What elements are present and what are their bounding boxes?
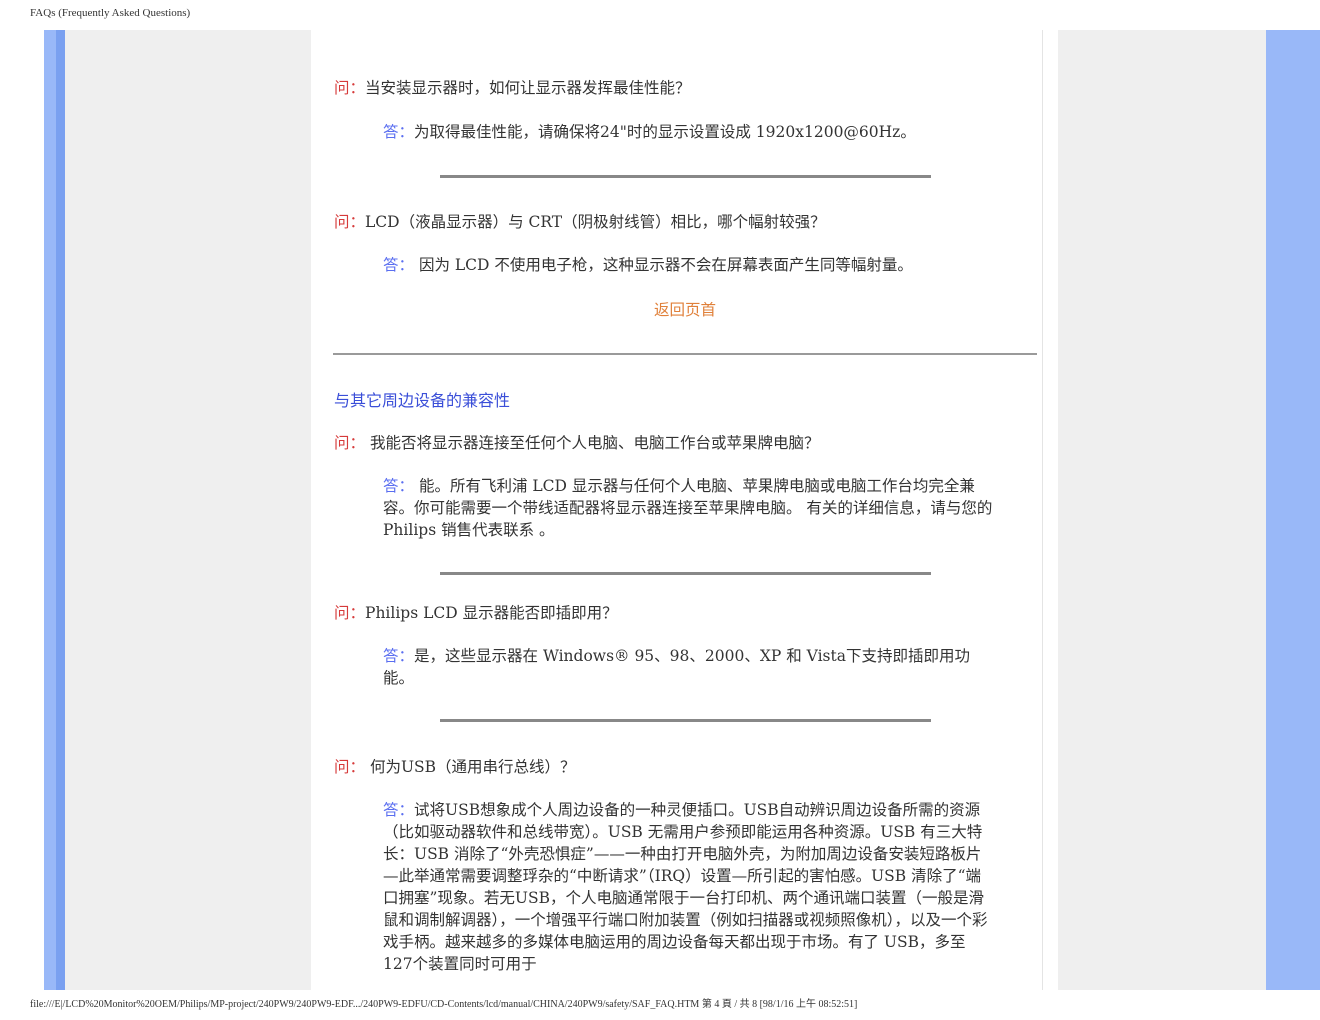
- faq-question: 问：LCD（液晶显示器）与 CRT（阴极射线管）相比，哪个幅射较强？: [334, 210, 826, 232]
- question-label: 问：: [334, 604, 366, 622]
- faq-answer: 答： 因为 LCD 不使用电子枪，这种显示器不会在屏幕表面产生同等幅射量。: [383, 254, 993, 276]
- section-divider: [333, 353, 1037, 355]
- divider: [440, 175, 931, 178]
- answer-text: 能。所有飞利浦 LCD 显示器与任何个人电脑、苹果牌电脑或电脑工作台均完全兼容。…: [383, 477, 993, 539]
- back-to-top-link[interactable]: 返回页首: [311, 298, 1059, 320]
- faq-question: 问： 我能否将显示器连接至任何个人电脑、电脑工作台或苹果牌电脑？: [334, 431, 819, 453]
- answer-label: 答：: [383, 256, 415, 274]
- answer-text: 试将USB想象成个人周边设备的一种灵便插口。USB自动辨识周边设备所需的资源（比…: [383, 801, 988, 973]
- question-label: 问：: [334, 213, 366, 231]
- answer-text: 为取得最佳性能，请确保将24"时的显示设置设成 1920x1200@60Hz。: [414, 123, 916, 141]
- right-gray-panel: [1058, 30, 1266, 990]
- faq-question: 问：当安装显示器时，如何让显示器发挥最佳性能？: [334, 76, 691, 98]
- faq-content: 问：当安装显示器时，如何让显示器发挥最佳性能？ 答：为取得最佳性能，请确保将24…: [311, 30, 1043, 990]
- left-blue-stripe: [56, 30, 65, 990]
- faq-answer: 答： 能。所有飞利浦 LCD 显示器与任何个人电脑、苹果牌电脑或电脑工作台均完全…: [383, 475, 993, 541]
- question-label: 问：: [334, 434, 366, 452]
- right-blue-column: [1266, 30, 1320, 990]
- section-title: 与其它周边设备的兼容性: [334, 391, 511, 410]
- answer-label: 答：: [383, 123, 415, 141]
- answer-text: 因为 LCD 不使用电子枪，这种显示器不会在屏幕表面产生同等幅射量。: [414, 256, 913, 274]
- left-gray-panel: [65, 30, 311, 990]
- question-label: 问：: [334, 758, 366, 776]
- faq-answer: 答：为取得最佳性能，请确保将24"时的显示设置设成 1920x1200@60Hz…: [383, 121, 993, 143]
- divider: [440, 719, 931, 722]
- faq-question: 问：Philips LCD 显示器能否即插即用？: [334, 601, 618, 623]
- answer-label: 答：: [383, 477, 415, 495]
- answer-label: 答：: [383, 801, 415, 819]
- print-footer: file:///E|/LCD%20Monitor%20OEM/Philips/M…: [30, 999, 858, 1010]
- question-text: 何为USB（通用串行总线）？: [365, 758, 576, 776]
- divider: [440, 572, 931, 575]
- question-text: 我能否将显示器连接至任何个人电脑、电脑工作台或苹果牌电脑？: [365, 434, 820, 452]
- faq-question: 问： 何为USB（通用串行总线）？: [334, 755, 576, 777]
- print-header: FAQs (Frequently Asked Questions): [30, 7, 191, 19]
- question-label: 问：: [334, 79, 366, 97]
- question-text: LCD（液晶显示器）与 CRT（阴极射线管）相比，哪个幅射较强？: [365, 213, 826, 231]
- question-text: 当安装显示器时，如何让显示器发挥最佳性能？: [365, 79, 691, 97]
- question-text: Philips LCD 显示器能否即插即用？: [365, 604, 618, 622]
- answer-text: 是，这些显示器在 Windows® 95、98、2000、XP 和 Vista下…: [383, 647, 970, 687]
- faq-answer: 答：是，这些显示器在 Windows® 95、98、2000、XP 和 Vist…: [383, 645, 993, 689]
- answer-label: 答：: [383, 647, 415, 665]
- faq-answer: 答：试将USB想象成个人周边设备的一种灵便插口。USB自动辨识周边设备所需的资源…: [383, 799, 993, 984]
